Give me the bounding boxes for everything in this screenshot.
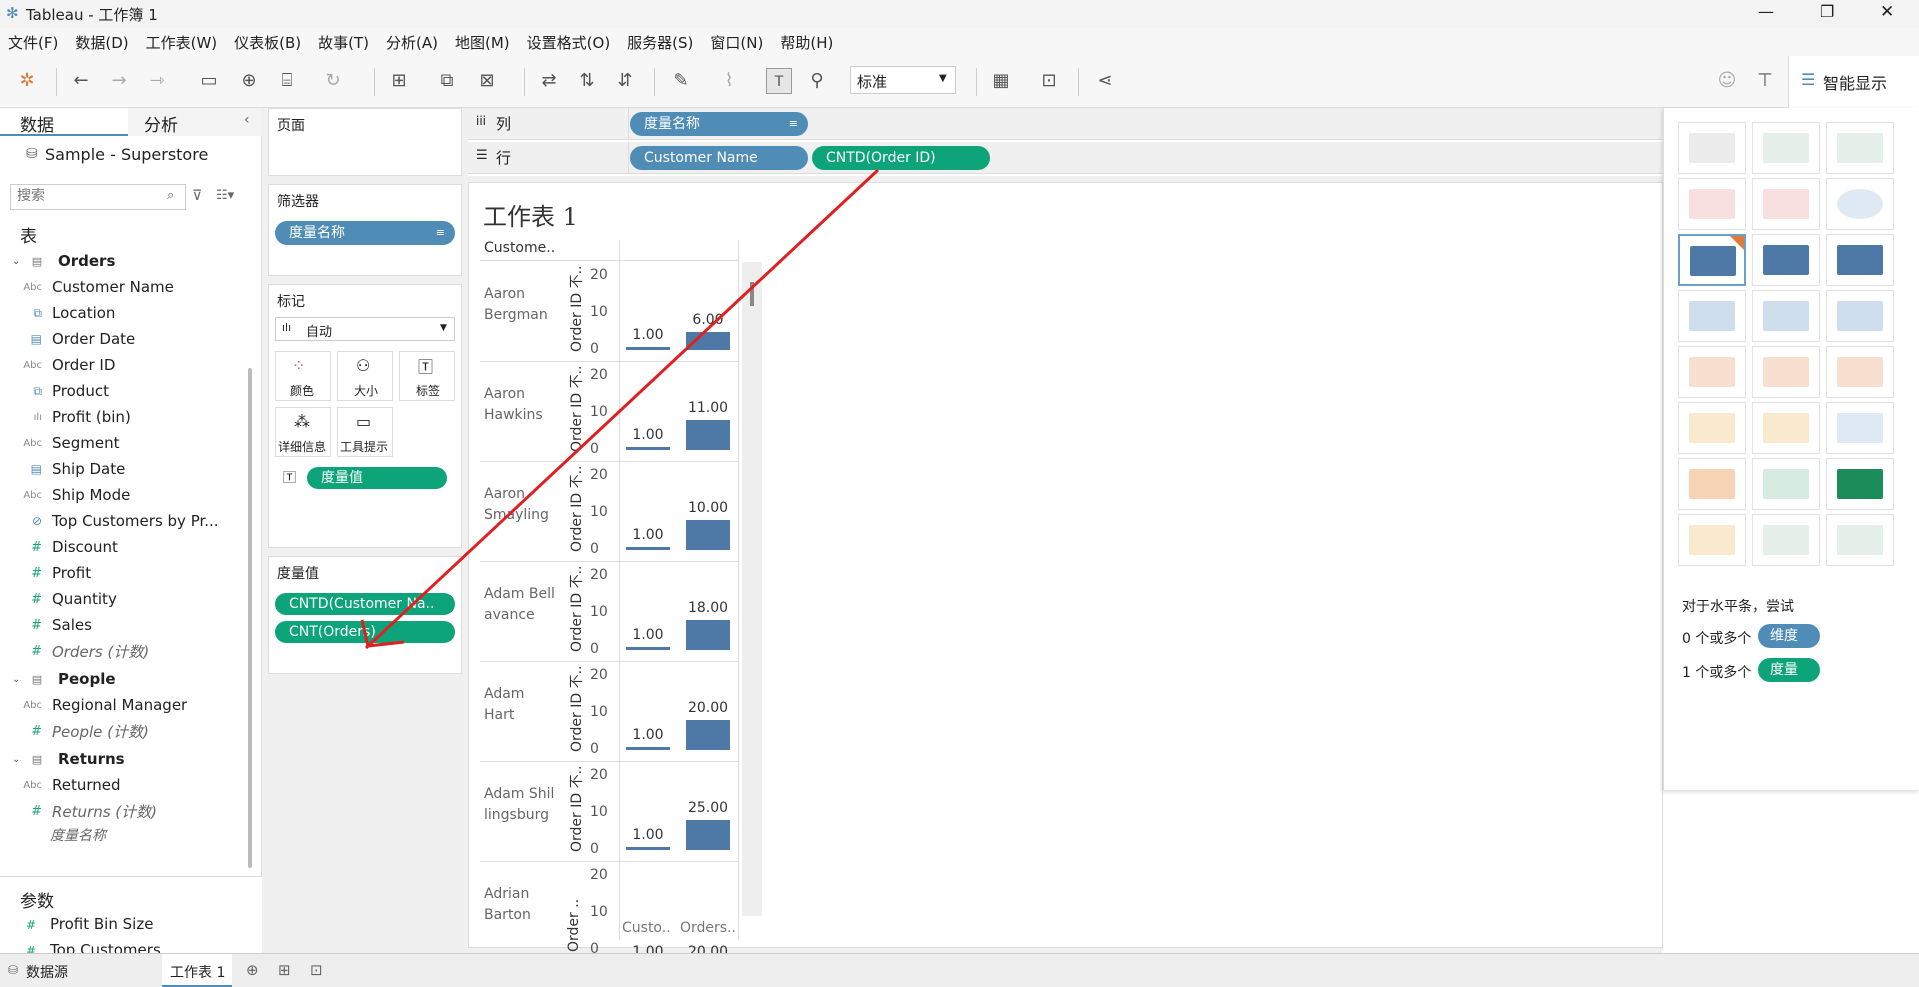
annotation-arrow-line: [364, 168, 880, 650]
annotation-arrow: [360, 168, 880, 650]
